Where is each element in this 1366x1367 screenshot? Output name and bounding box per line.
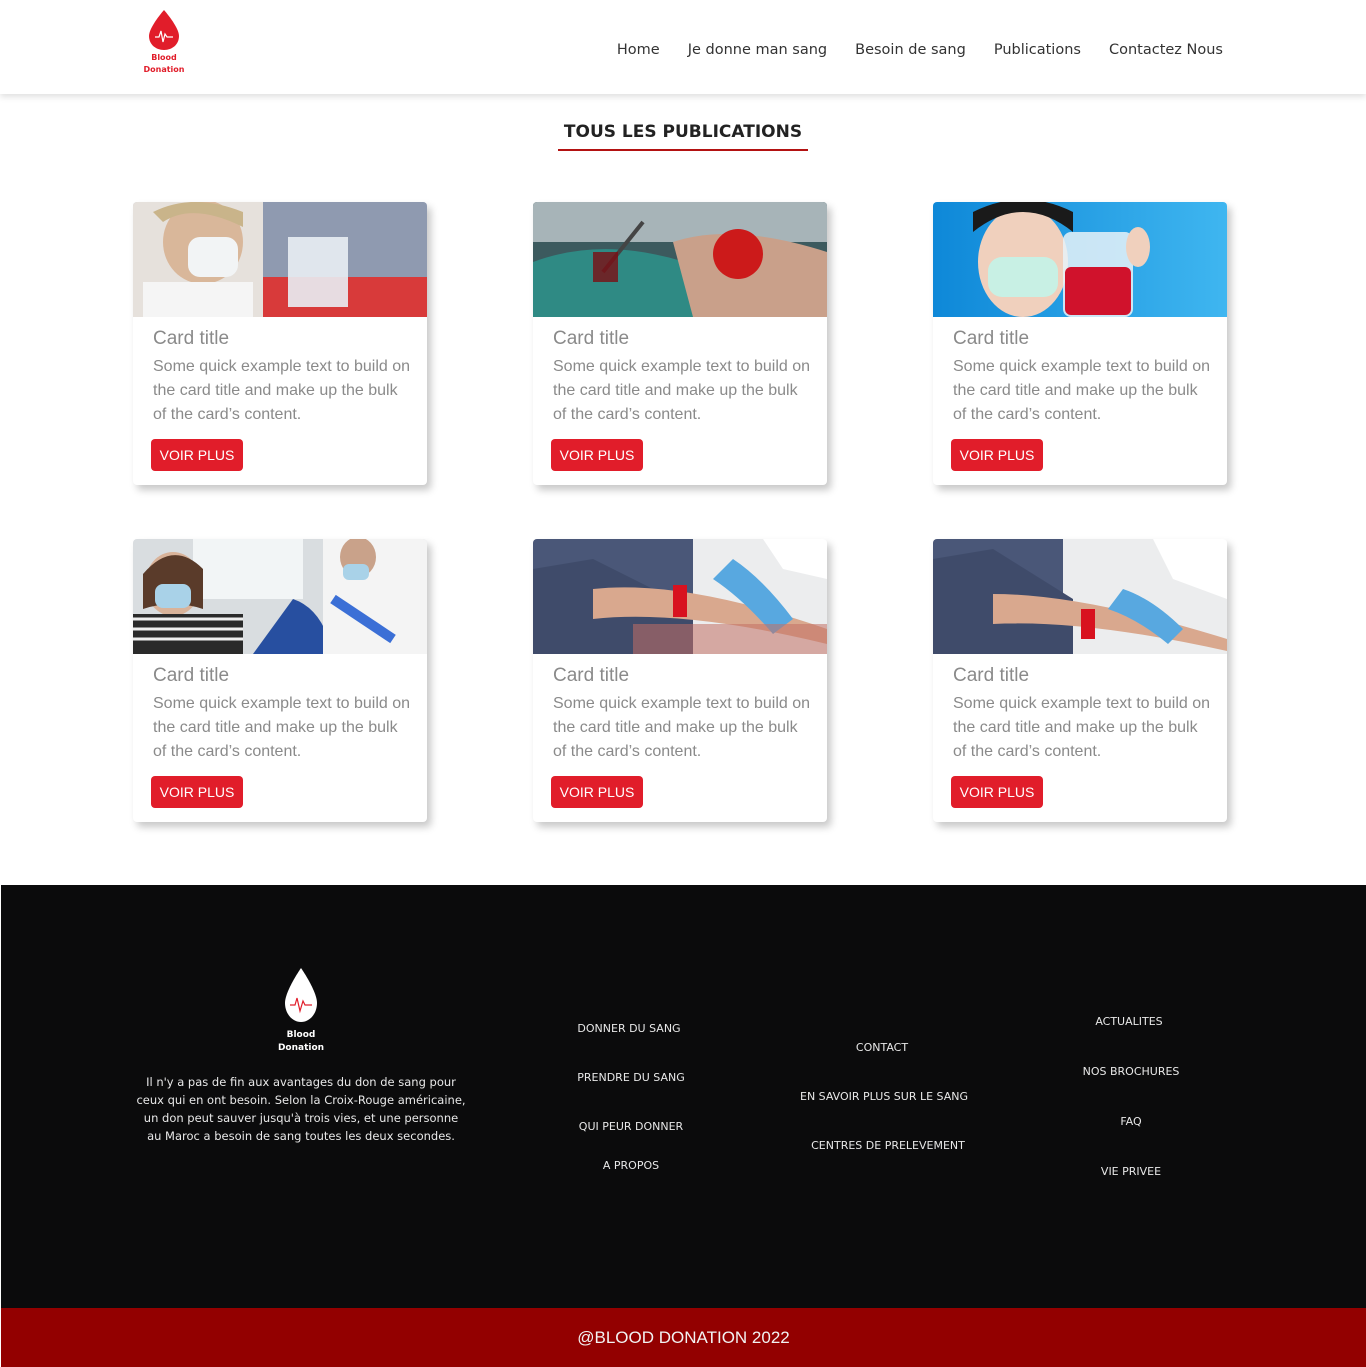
publication-card: Card title Some quick example text to bu… (933, 539, 1227, 822)
card-text: Some quick example text to build on the … (553, 695, 811, 760)
publication-card: Card title Some quick example text to bu… (933, 202, 1227, 485)
footer-link-en-savoir-plus[interactable]: EN SAVOIR PLUS SUR LE SANG (800, 1090, 968, 1103)
footer-about-text: Il n'y a pas de fin aux avantages du don… (136, 1075, 466, 1143)
card-image (133, 539, 427, 654)
footer-link-prendre-du-sang[interactable]: PRENDRE DU SANG (577, 1071, 685, 1084)
footer-link-actualites[interactable]: ACTUALITES (1095, 1015, 1162, 1028)
footer-link-donner-du-sang[interactable]: DONNER DU SANG (577, 1022, 680, 1035)
card-image (933, 539, 1227, 654)
card-title: Card title (553, 328, 630, 349)
card-title: Card title (153, 328, 230, 349)
nav-besoin-de-sang[interactable]: Besoin de sang (855, 42, 966, 58)
logo-text-line1: Blood (151, 53, 177, 62)
card-text: Some quick example text to build on the … (153, 358, 411, 423)
card-image (533, 202, 827, 317)
card-title: Card title (153, 665, 230, 686)
nav-home[interactable]: Home (617, 42, 660, 58)
card-title: Card title (953, 328, 1030, 349)
footer-logo[interactable]: Blood Donation (277, 967, 325, 1054)
card-image (933, 202, 1227, 317)
footer-link-faq[interactable]: FAQ (1120, 1115, 1141, 1128)
footer-logo-text-line1: Blood (286, 1030, 316, 1040)
footer-link-contact[interactable]: CONTACT (856, 1041, 908, 1054)
copyright-bar: @BLOOD DONATION 2022 (1, 1308, 1366, 1367)
site-header: Blood Donation Home Je donne man sang Be… (0, 0, 1366, 94)
publication-card: Card title Some quick example text to bu… (533, 539, 827, 822)
voir-plus-button[interactable]: VOIR PLUS (151, 439, 243, 471)
footer-link-nos-brochures[interactable]: NOS BROCHURES (1083, 1065, 1180, 1078)
voir-plus-button[interactable]: VOIR PLUS (551, 439, 643, 471)
section-title: TOUS LES PUBLICATIONS (563, 122, 803, 142)
footer-logo-text-line2: Donation (277, 1043, 325, 1053)
card-image (133, 202, 427, 317)
card-title: Card title (553, 665, 630, 686)
footer-link-a-propos[interactable]: A PROPOS (603, 1159, 659, 1172)
voir-plus-button[interactable]: VOIR PLUS (951, 439, 1043, 471)
card-text: Some quick example text to build on the … (953, 358, 1211, 423)
publication-card: Card title Some quick example text to bu… (533, 202, 827, 485)
nav-je-donne[interactable]: Je donne man sang (688, 42, 827, 58)
title-underline (558, 149, 808, 151)
site-footer: Blood Donation Il n'y a pas de fin aux a… (1, 885, 1366, 1308)
main-nav: Home Je donne man sang Besoin de sang Pu… (617, 42, 1223, 58)
card-text: Some quick example text to build on the … (153, 695, 411, 760)
nav-contactez-nous[interactable]: Contactez Nous (1109, 42, 1223, 58)
card-title: Card title (953, 665, 1030, 686)
publication-card: Card title Some quick example text to bu… (133, 539, 427, 822)
voir-plus-button[interactable]: VOIR PLUS (151, 776, 243, 808)
blood-donation-logo[interactable]: Blood Donation (140, 9, 188, 75)
blood-drop-icon (285, 968, 317, 1022)
card-text: Some quick example text to build on the … (953, 695, 1211, 760)
footer-link-qui-peur-donner[interactable]: QUI PEUR DONNER (579, 1120, 683, 1133)
nav-publications[interactable]: Publications (994, 42, 1081, 58)
blood-drop-icon (149, 10, 179, 50)
voir-plus-button[interactable]: VOIR PLUS (951, 776, 1043, 808)
voir-plus-button[interactable]: VOIR PLUS (551, 776, 643, 808)
footer-link-centres-de-prelevement[interactable]: CENTRES DE PRELEVEMENT (811, 1139, 965, 1152)
footer-link-vie-privee[interactable]: VIE PRIVEE (1101, 1165, 1161, 1178)
logo-text-line2: Donation (143, 65, 185, 74)
card-text: Some quick example text to build on the … (553, 358, 811, 423)
publication-card: Card title Some quick example text to bu… (133, 202, 427, 485)
card-image (533, 539, 827, 654)
